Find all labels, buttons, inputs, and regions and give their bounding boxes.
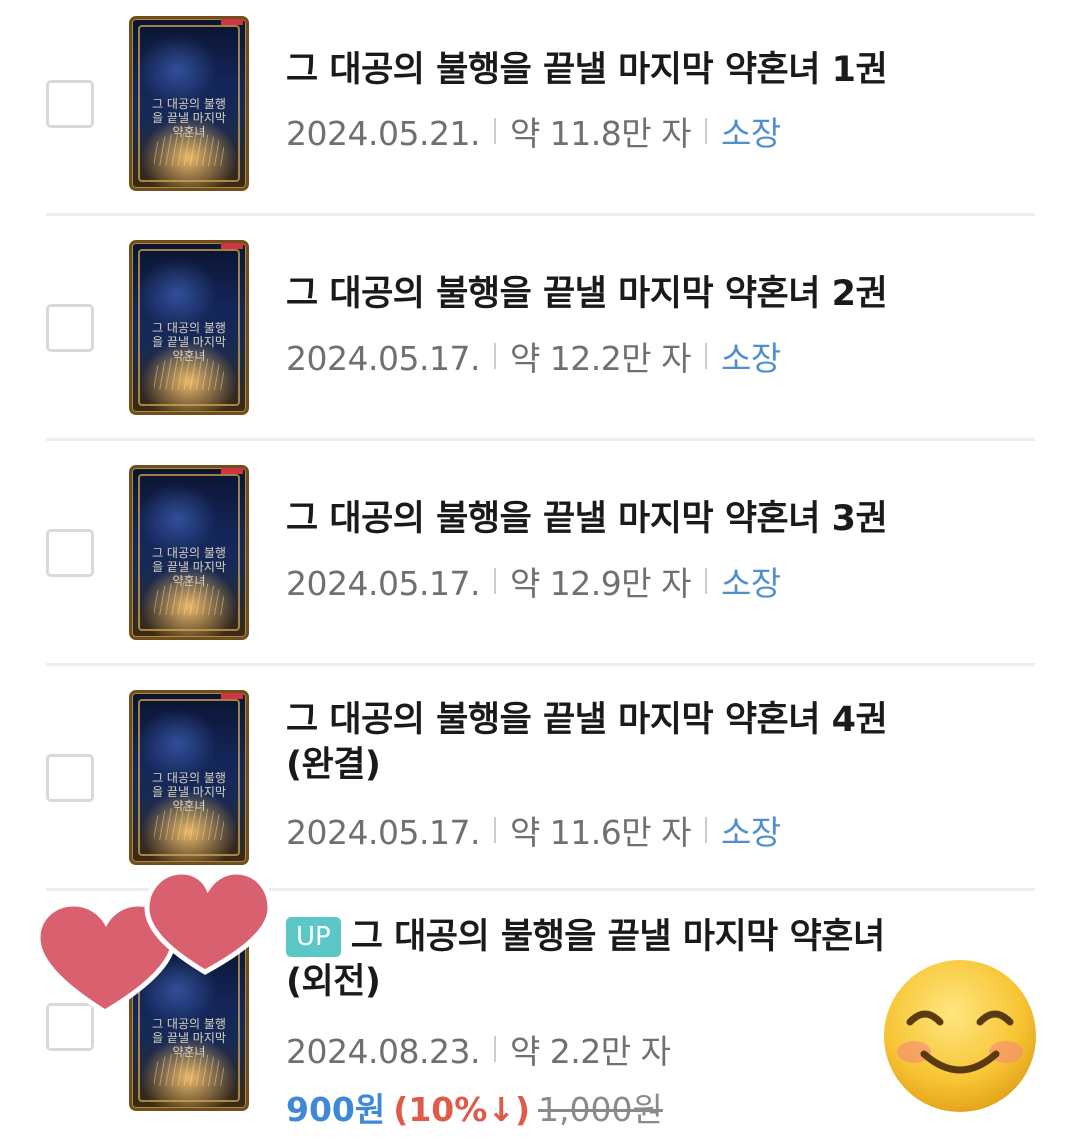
cover-tag	[221, 243, 243, 249]
cover-art	[154, 132, 224, 166]
sale-price: 900원	[286, 1090, 386, 1129]
book-cover[interactable]: 그 대공의 불행을 끝낼 마지막 약혼녀	[129, 690, 249, 865]
meta-divider	[704, 118, 707, 144]
meta-divider	[493, 1036, 496, 1062]
book-cover[interactable]: 그 대공의 불행을 끝낼 마지막 약혼녀	[129, 465, 249, 640]
discount-rate: (10%↓)	[393, 1090, 531, 1129]
publish-date: 2024.05.17.	[286, 339, 480, 378]
episode-title[interactable]: 그 대공의 불행을 끝낼 마지막 약혼녀 2권	[286, 272, 966, 317]
meta-divider	[704, 568, 707, 594]
list-item[interactable]: 그 대공의 불행을 끝낼 마지막 약혼녀 UP그 대공의 불행을 끝낼 마지막 …	[46, 891, 1035, 1145]
length-text: 약 12.2만 자	[509, 339, 692, 378]
meta-divider	[493, 568, 496, 594]
episode-meta: 2024.05.17. 약 11.6만 자 소장	[286, 811, 781, 855]
list-item[interactable]: 그 대공의 불행을 끝낼 마지막 약혼녀 그 대공의 불행을 끝낼 마지막 약혼…	[46, 666, 1035, 891]
publish-date: 2024.05.21.	[286, 114, 480, 153]
episode-meta: 2024.05.21. 약 11.8만 자 소장	[286, 112, 781, 156]
length-text: 약 11.6만 자	[509, 813, 692, 852]
select-checkbox[interactable]	[46, 754, 94, 802]
episode-meta: 2024.05.17. 약 12.9만 자 소장	[286, 562, 781, 606]
publish-date: 2024.05.17.	[286, 813, 480, 852]
title-text: 그 대공의 불행을 끝낼 마지막 약혼녀	[350, 917, 885, 957]
select-checkbox[interactable]	[46, 529, 94, 577]
publish-date: 2024.05.17.	[286, 564, 480, 603]
meta-divider	[704, 343, 707, 369]
list-item[interactable]: 그 대공의 불행을 끝낼 마지막 약혼녀 그 대공의 불행을 끝낼 마지막 약혼…	[46, 216, 1035, 441]
meta-divider	[493, 118, 496, 144]
cover-tag	[221, 468, 243, 474]
owned-status: 소장	[720, 813, 781, 852]
book-cover[interactable]: 그 대공의 불행을 끝낼 마지막 약혼녀	[129, 936, 249, 1111]
list-item[interactable]: 그 대공의 불행을 끝낼 마지막 약혼녀 그 대공의 불행을 끝낼 마지막 약혼…	[46, 0, 1035, 216]
title-suffix: (외전)	[286, 962, 381, 1002]
title-text: 그 대공의 불행을 끝낼 마지막 약혼녀 3권	[286, 499, 888, 539]
list-item[interactable]: 그 대공의 불행을 끝낼 마지막 약혼녀 그 대공의 불행을 끝낼 마지막 약혼…	[46, 441, 1035, 666]
cover-tag	[221, 693, 243, 699]
select-checkbox[interactable]	[46, 1003, 94, 1051]
title-text: 그 대공의 불행을 끝낼 마지막 약혼녀 2권	[286, 274, 888, 314]
cover-art	[154, 1052, 224, 1086]
length-text: 약 2.2만 자	[509, 1032, 671, 1071]
select-checkbox[interactable]	[46, 80, 94, 128]
owned-status: 소장	[720, 114, 781, 153]
meta-divider	[493, 817, 496, 843]
length-text: 약 11.8만 자	[509, 114, 692, 153]
price-info: 900원 (10%↓) 1,000원	[286, 1088, 663, 1132]
owned-status: 소장	[720, 339, 781, 378]
title-text: 그 대공의 불행을 끝낼 마지막 약혼녀 4권	[286, 700, 888, 740]
title-suffix: (완결)	[286, 745, 381, 785]
episode-meta: 2024.08.23. 약 2.2만 자	[286, 1030, 671, 1074]
owned-status: 소장	[720, 564, 781, 603]
length-text: 약 12.9만 자	[509, 564, 692, 603]
up-badge: UP	[286, 917, 341, 957]
cover-tag	[221, 939, 243, 945]
cover-tag	[221, 19, 243, 25]
episode-list: 그 대공의 불행을 끝낼 마지막 약혼녀 그 대공의 불행을 끝낼 마지막 약혼…	[0, 0, 1080, 1145]
meta-divider	[493, 343, 496, 369]
episode-meta: 2024.05.17. 약 12.2만 자 소장	[286, 337, 781, 381]
episode-title[interactable]: 그 대공의 불행을 끝낼 마지막 약혼녀 1권	[286, 48, 966, 93]
book-cover[interactable]: 그 대공의 불행을 끝낼 마지막 약혼녀	[129, 16, 249, 191]
publish-date: 2024.08.23.	[286, 1032, 480, 1071]
cover-art	[154, 356, 224, 390]
original-price: 1,000원	[538, 1090, 663, 1129]
episode-title[interactable]: 그 대공의 불행을 끝낼 마지막 약혼녀 3권	[286, 497, 966, 542]
episode-title[interactable]: UP 그 대공의 불행을 끝낼 마지막 약혼녀 (외전)	[286, 915, 966, 1005]
cover-art	[154, 806, 224, 840]
select-checkbox[interactable]	[46, 304, 94, 352]
meta-divider	[704, 817, 707, 843]
title-text: 그 대공의 불행을 끝낼 마지막 약혼녀 1권	[286, 50, 888, 90]
cover-art	[154, 581, 224, 615]
episode-title[interactable]: 그 대공의 불행을 끝낼 마지막 약혼녀 4권 (완결)	[286, 698, 966, 788]
book-cover[interactable]: 그 대공의 불행을 끝낼 마지막 약혼녀	[129, 240, 249, 415]
